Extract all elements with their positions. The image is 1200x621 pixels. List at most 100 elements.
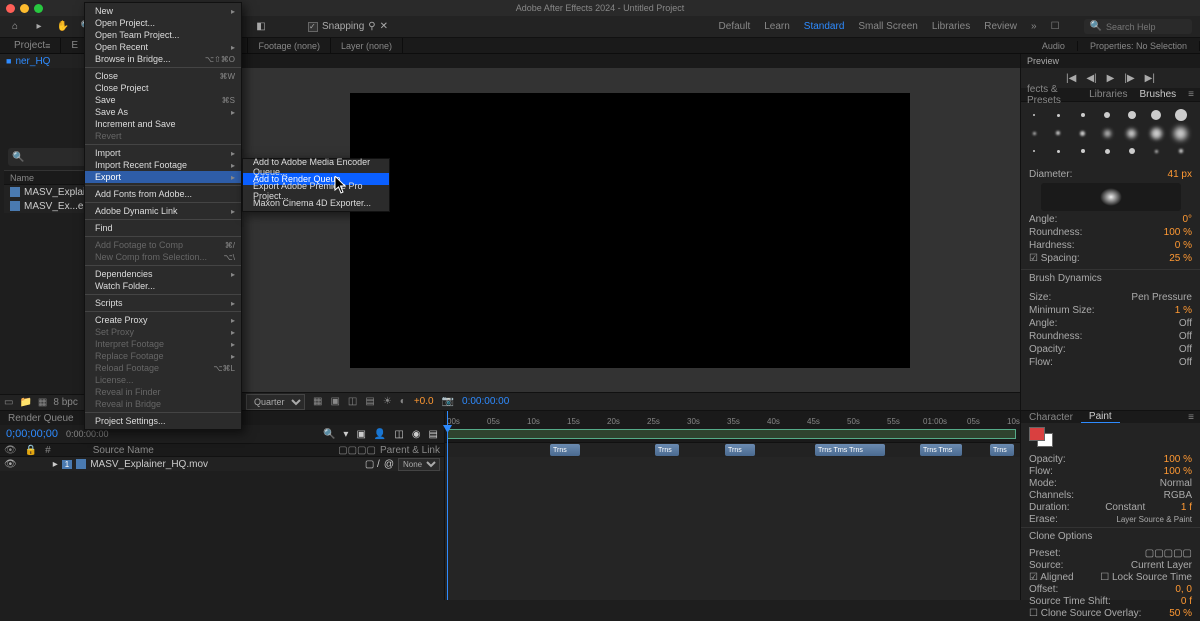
time-ruler[interactable]: 00s 05s 10s 15s 20s 25s 30s 35s 40s 45s … [445,411,1020,443]
color-depth[interactable]: 8 bpc [53,397,77,408]
help-search-input[interactable] [1106,22,1186,32]
brush-preset[interactable] [1051,126,1065,140]
workspace-standard[interactable]: Standard [804,21,845,32]
layer-bar-segment[interactable]: Trns [990,444,1014,456]
playhead[interactable] [447,411,448,600]
properties-tab[interactable]: Properties: No Selection [1078,41,1200,51]
current-timecode[interactable]: 0;00;00;00 [6,428,58,440]
workspace-review[interactable]: Review [984,21,1017,32]
character-tab[interactable]: Character [1021,412,1081,423]
snapping-toggle[interactable]: Snapping ⚲ ✕ [308,21,388,32]
maximize-window-button[interactable] [34,4,43,13]
menu-item[interactable]: Import▸ [85,147,241,159]
hand-tool-icon[interactable]: ✋ [56,20,70,34]
brush-preset[interactable] [1149,126,1163,140]
timeline-layer-row[interactable]: 👁 ▸ 1 MASV_Explainer_HQ.mov ▢ / @ None [0,457,444,471]
brush-preset[interactable] [1100,144,1114,158]
brush-preset[interactable] [1051,108,1065,122]
brushes-tab[interactable]: Brushes [1133,89,1182,100]
frame-blend-icon[interactable]: ◫ [394,429,403,440]
workspace-small-screen[interactable]: Small Screen [858,21,917,32]
layer-tab[interactable]: Layer (none) [331,38,403,53]
menu-item[interactable]: Open Project... [85,17,241,29]
menu-item[interactable]: Open Recent▸ [85,41,241,53]
footage-tab[interactable]: Footage (none) [248,38,331,53]
layer-bar-segment[interactable]: Trns Trns [920,444,962,456]
minimize-window-button[interactable] [20,4,29,13]
share-icon[interactable]: ☐ [1051,21,1060,32]
fg-bg-color-swatch[interactable] [1029,427,1053,447]
brush-preset[interactable] [1051,144,1065,158]
next-frame-icon[interactable]: |▶ [1124,73,1134,84]
parent-link-dropdown[interactable]: None [398,458,440,471]
brush-preset[interactable] [1125,108,1139,122]
brush-preset[interactable] [1027,108,1041,122]
name-column-header[interactable]: Name [4,173,40,183]
composition-viewer[interactable] [240,68,1020,392]
adjust-exposure-icon[interactable]: ◐ [400,396,406,407]
layer-visibility-icon[interactable]: 👁 [4,459,17,470]
source-name-column[interactable]: Source Name [93,445,154,456]
brush-preset[interactable] [1174,126,1188,140]
layer-bar-segment[interactable]: Trns Trns Trns [815,444,885,456]
channel-icon[interactable]: ▤ [365,396,374,407]
resolution-dropdown[interactable]: Quarter [246,394,305,410]
menu-item[interactable]: Add Fonts from Adobe... [85,188,241,200]
workspace-default[interactable]: Default [719,21,751,32]
layer-bar-segment[interactable]: Trns [655,444,679,456]
brush-preset[interactable] [1100,126,1114,140]
brush-preset[interactable] [1027,144,1041,158]
menu-item[interactable]: Open Team Project... [85,29,241,41]
motion-blur-icon[interactable]: ◉ [412,429,421,440]
draft-3d-icon[interactable]: ▣ [356,429,365,440]
magnet-icon[interactable]: ⚲ [368,21,375,32]
workspace-overflow-icon[interactable]: » [1031,21,1037,32]
brush-preset[interactable] [1125,126,1139,140]
menu-item[interactable]: Save As▸ [85,106,241,118]
menu-item[interactable]: Adobe Dynamic Link▸ [85,205,241,217]
reset-exposure-icon[interactable]: ☀ [383,396,392,407]
foreground-color[interactable] [1029,427,1045,441]
new-comp-icon[interactable]: ▦ [38,397,47,408]
interpret-footage-icon[interactable]: ▭ [4,397,13,408]
timeline-search-icon[interactable]: 🔍 [323,429,335,440]
brush-preset[interactable] [1100,108,1114,122]
menu-item[interactable]: Watch Folder... [85,280,241,292]
composition-canvas[interactable] [350,93,910,368]
workspace-learn[interactable]: Learn [764,21,790,32]
layer-bar-segment[interactable]: Trns [725,444,755,456]
first-frame-icon[interactable]: |◀ [1066,73,1076,84]
layer-bar-segment[interactable]: Trns [550,444,580,456]
last-frame-icon[interactable]: ▶| [1145,73,1155,84]
comp-mini-flowchart-icon[interactable]: ▾ [343,429,348,440]
home-icon[interactable]: ⌂ [8,20,22,34]
timeline-track-area[interactable]: 00s 05s 10s 15s 20s 25s 30s 35s 40s 45s … [445,411,1020,600]
brush-preset[interactable] [1149,108,1163,122]
prev-frame-icon[interactable]: ◀| [1086,73,1096,84]
brush-preset[interactable] [1027,126,1041,140]
brush-preset[interactable] [1076,126,1090,140]
eye-column-icon[interactable]: 👁 [4,445,17,456]
mask-visibility-icon[interactable]: ▣ [330,396,339,407]
region-of-interest-icon[interactable]: ◫ [348,396,357,407]
menu-item[interactable]: Import Recent Footage▸ [85,159,241,171]
menu-item[interactable]: Scripts▸ [85,297,241,309]
menu-item[interactable]: Save⌘S [85,94,241,106]
libraries-tab[interactable]: Libraries [1083,89,1133,100]
exposure-value[interactable]: +0.0 [414,396,434,407]
layer-twirl-icon[interactable]: ▸ [53,459,58,470]
audio-tab[interactable]: Audio [1030,41,1078,51]
layer-track[interactable]: Trns Trns Trns Trns Trns Trns Trns Trns … [445,443,1020,457]
submenu-item[interactable]: Add to Adobe Media Encoder Queue... [243,161,389,173]
work-area-bar[interactable] [447,429,1016,439]
lock-column-icon[interactable]: 🔒 [25,445,37,456]
menu-item[interactable]: Find [85,222,241,234]
brush-preset[interactable] [1174,144,1188,158]
new-folder-icon[interactable]: 📁 [19,397,31,408]
render-queue-tab[interactable]: Render Queue [0,413,82,424]
brush-preset[interactable] [1174,108,1188,122]
submenu-item[interactable]: Export Adobe Premiere Pro Project... [243,185,389,197]
brush-preset[interactable] [1076,144,1090,158]
play-icon[interactable]: ▶ [1107,73,1115,84]
brush-preset[interactable] [1149,144,1163,158]
